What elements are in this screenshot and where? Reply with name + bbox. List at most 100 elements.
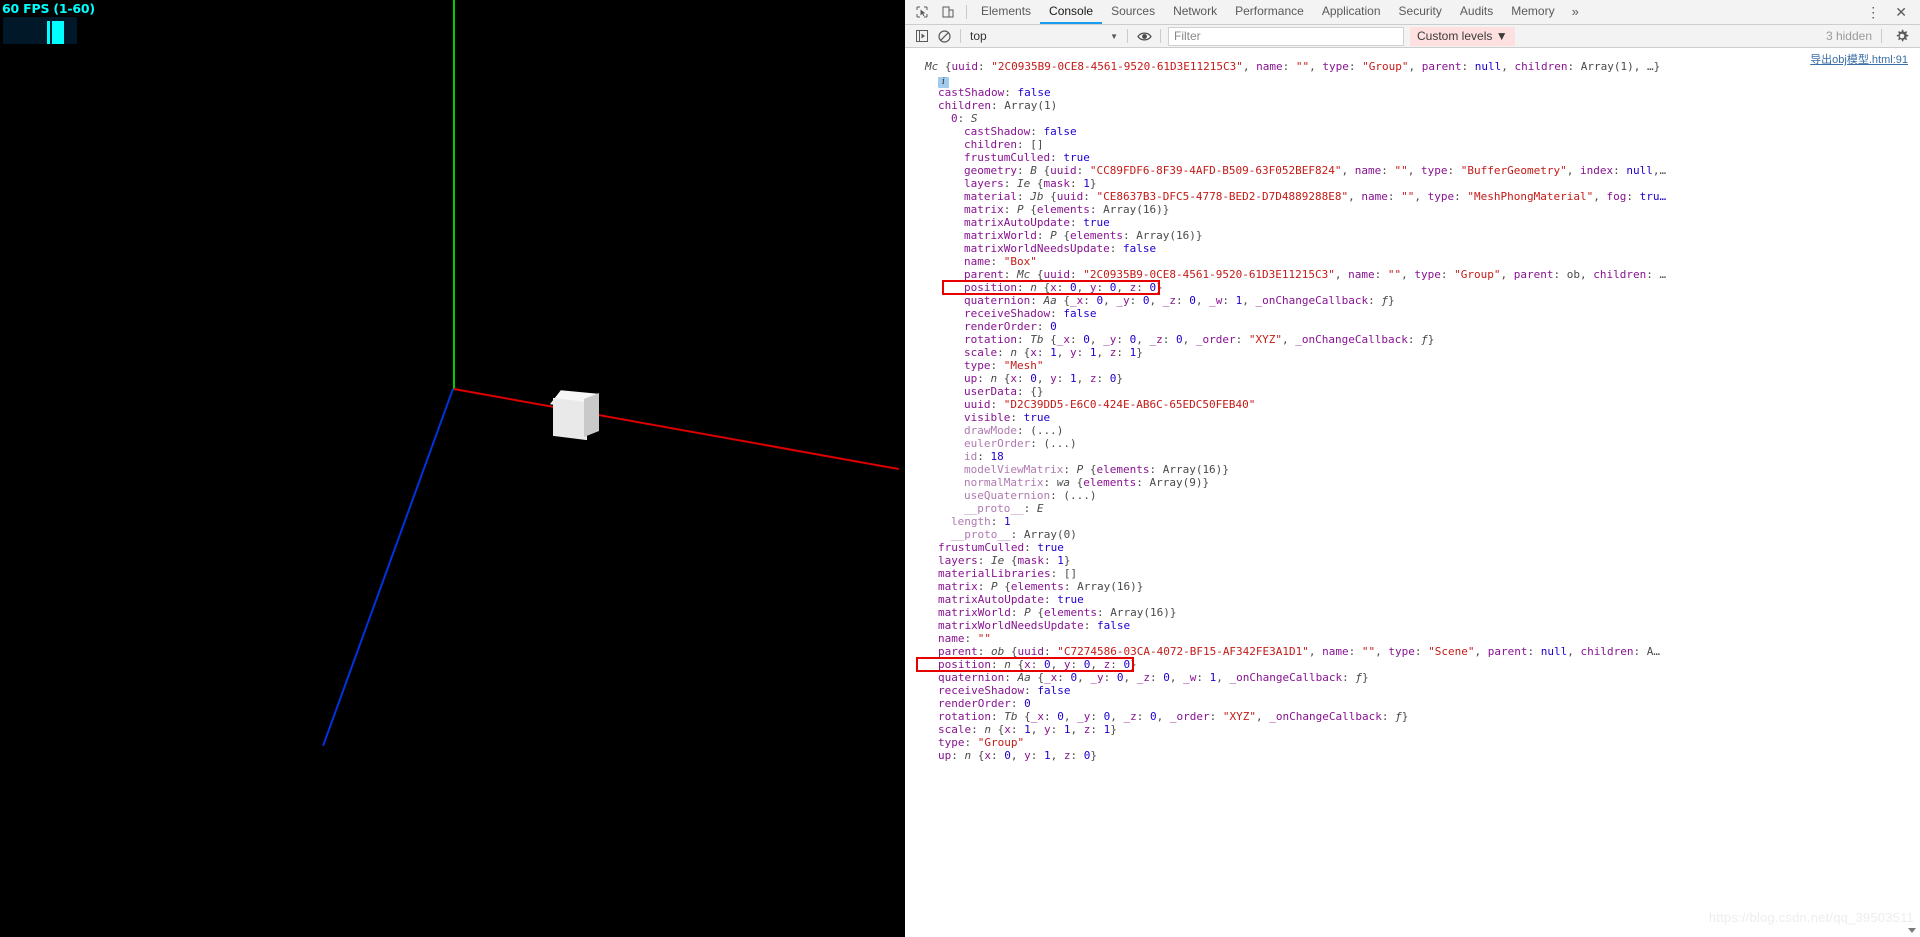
console-line[interactable]: layers: Ie {mask: 1} <box>905 554 1920 567</box>
console-token: x <box>1004 723 1011 736</box>
console-token: geometry <box>964 164 1017 177</box>
console-line[interactable]: receiveShadow: false <box>905 684 1920 697</box>
devtools-menu-icon[interactable]: ⋮ <box>1858 0 1888 24</box>
webgl-viewport[interactable]: 60 FPS (1-60) <box>0 0 905 937</box>
console-line[interactable]: parent: ob {uuid: "C7274586-03CA-4072-BF… <box>905 645 1920 658</box>
close-icon[interactable]: ✕ <box>1888 0 1914 24</box>
console-token: : <box>1010 528 1024 541</box>
console-token: wa <box>1056 476 1077 489</box>
console-filter-input[interactable]: Filter <box>1168 26 1404 46</box>
console-line[interactable]: renderOrder: 0 <box>905 697 1920 710</box>
console-line[interactable]: useQuaternion: (...) <box>905 489 1920 502</box>
console-line[interactable]: up: n {x: 0, y: 1, z: 0} <box>905 372 1920 385</box>
scroll-down-icon[interactable] <box>1908 928 1916 933</box>
console-line[interactable]: parent: Mc {uuid: "2C0935B9-0CE8-4561-95… <box>905 268 1920 281</box>
console-line[interactable]: castShadow: false <box>905 86 1920 99</box>
console-line[interactable]: castShadow: false <box>905 125 1920 138</box>
console-line-highlighted[interactable]: position: n {x: 0, y: 0, z: 0} <box>905 281 1920 294</box>
console-token: : <box>1016 190 1031 203</box>
live-expression-eye-icon[interactable] <box>1133 26 1155 46</box>
console-line[interactable]: quaternion: Aa {_x: 0, _y: 0, _z: 0, _w:… <box>905 671 1920 684</box>
console-line[interactable]: matrix: P {elements: Array(16)} <box>905 203 1920 216</box>
inspect-element-icon[interactable] <box>909 0 935 24</box>
console-line[interactable]: type: "Group" <box>905 736 1920 749</box>
console-line[interactable]: quaternion: Aa {_x: 0, _y: 0, _z: 0, _w:… <box>905 294 1920 307</box>
console-line[interactable]: renderOrder: 0 <box>905 320 1920 333</box>
console-line[interactable]: length: 1 <box>905 515 1920 528</box>
console-line[interactable]: __proto__: Array(0) <box>905 528 1920 541</box>
console-sidebar-icon[interactable] <box>911 26 933 46</box>
log-levels-dropdown[interactable]: Custom levels ▼ <box>1410 26 1515 46</box>
console-line[interactable]: rotation: Tb {_x: 0, _y: 0, _z: 0, _orde… <box>905 333 1920 346</box>
console-line-highlighted[interactable]: position: n {x: 0, y: 0, z: 0} <box>905 658 1920 671</box>
device-toolbar-icon[interactable] <box>935 0 961 24</box>
console-token: , <box>1103 294 1117 307</box>
tab-application[interactable]: Application <box>1313 0 1390 24</box>
console-token: false <box>1043 125 1077 138</box>
console-line[interactable]: scale: n {x: 1, y: 1, z: 1} <box>905 346 1920 359</box>
console-settings-gear-icon[interactable] <box>1891 26 1913 46</box>
console-line[interactable]: drawMode: (...) <box>905 424 1920 437</box>
tab-security[interactable]: Security <box>1390 0 1451 24</box>
console-token: elements <box>1036 203 1090 216</box>
console-line[interactable]: material: Jb {uuid: "CE8637B3-DFC5-4778-… <box>905 190 1920 203</box>
console-line[interactable]: children: Array(1) <box>905 99 1920 112</box>
clear-console-icon[interactable] <box>933 26 955 46</box>
console-token: : <box>990 658 1005 671</box>
console-line[interactable]: materialLibraries: [] <box>905 567 1920 580</box>
console-token: "" <box>1295 60 1310 73</box>
tab-console[interactable]: Console <box>1040 0 1103 24</box>
console-token: : <box>1070 268 1084 281</box>
console-line[interactable]: name: "Box" <box>905 255 1920 268</box>
console-line[interactable]: userData: {} <box>905 385 1920 398</box>
scene-cube-mesh[interactable] <box>549 390 599 441</box>
tab-network[interactable]: Network <box>1164 0 1226 24</box>
console-line[interactable]: matrixWorldNeedsUpdate: false <box>905 619 1920 632</box>
console-line[interactable]: id: 18 <box>905 450 1920 463</box>
console-line[interactable]: frustumCulled: true <box>905 541 1920 554</box>
console-line[interactable]: matrix: P {elements: Array(16)} <box>905 580 1920 593</box>
console-line[interactable]: children: [] <box>905 138 1920 151</box>
console-line[interactable]: uuid: "D2C39DD5-E6C0-424E-AB6C-65EDC50FE… <box>905 398 1920 411</box>
tab-performance[interactable]: Performance <box>1226 0 1313 24</box>
console-log-area[interactable]: 导出obj模型.html:91 Mc {uuid: "2C0935B9-0CE8… <box>905 48 1920 937</box>
console-line[interactable]: eulerOrder: (...) <box>905 437 1920 450</box>
tab-elements[interactable]: Elements <box>972 0 1040 24</box>
console-token: : <box>997 346 1011 359</box>
console-line[interactable]: geometry: B {uuid: "CC89FDF6-8F39-4AFD-B… <box>905 164 1920 177</box>
console-line[interactable]: matrixAutoUpdate: true <box>905 593 1920 606</box>
console-line[interactable]: name: "" <box>905 632 1920 645</box>
console-token: , <box>1195 294 1210 307</box>
tab-overflow-icon[interactable]: » <box>1564 0 1587 24</box>
tab-memory[interactable]: Memory <box>1502 0 1563 24</box>
console-line[interactable]: Mc {uuid: "2C0935B9-0CE8-4561-9520-61D3E… <box>905 60 1920 73</box>
console-line[interactable]: up: n {x: 0, y: 1, z: 0} <box>905 749 1920 762</box>
tab-sources[interactable]: Sources <box>1102 0 1164 24</box>
console-line[interactable]: rotation: Tb {_x: 0, _y: 0, _z: 0, _orde… <box>905 710 1920 723</box>
console-line[interactable]: i <box>905 73 1920 88</box>
console-token: matrixAutoUpdate <box>938 593 1044 606</box>
console-line[interactable]: matrixWorld: P {elements: Array(16)} <box>905 229 1920 242</box>
console-line[interactable]: layers: Ie {mask: 1} <box>905 177 1920 190</box>
console-line[interactable]: visible: true <box>905 411 1920 424</box>
console-token: _onChangeCallback <box>1229 671 1343 684</box>
execution-context-dropdown[interactable]: top ▼ <box>966 27 1122 46</box>
console-line[interactable]: normalMatrix: wa {elements: Array(9)} <box>905 476 1920 489</box>
console-line[interactable]: __proto__: E <box>905 502 1920 515</box>
console-line[interactable]: matrixWorld: P {elements: Array(16)} <box>905 606 1920 619</box>
console-line[interactable]: 0: S <box>905 112 1920 125</box>
console-line[interactable]: type: "Mesh" <box>905 359 1920 372</box>
console-line[interactable]: modelViewMatrix: P {elements: Array(16)} <box>905 463 1920 476</box>
toolbar-divider <box>1127 29 1128 43</box>
console-line[interactable]: frustumCulled: true <box>905 151 1920 164</box>
console-token: _onChangeCallback <box>1255 294 1369 307</box>
console-token: , <box>1063 710 1078 723</box>
console-line[interactable]: matrixAutoUpdate: true <box>905 216 1920 229</box>
console-line[interactable]: receiveShadow: false <box>905 307 1920 320</box>
console-line[interactable]: scale: n {x: 1, y: 1, z: 1} <box>905 723 1920 736</box>
tab-audits[interactable]: Audits <box>1451 0 1502 24</box>
fps-stats-panel[interactable]: 60 FPS (1-60) <box>0 0 95 48</box>
console-line[interactable]: matrixWorldNeedsUpdate: false <box>905 242 1920 255</box>
console-token: : <box>1016 333 1031 346</box>
console-token: _x <box>1056 333 1070 346</box>
